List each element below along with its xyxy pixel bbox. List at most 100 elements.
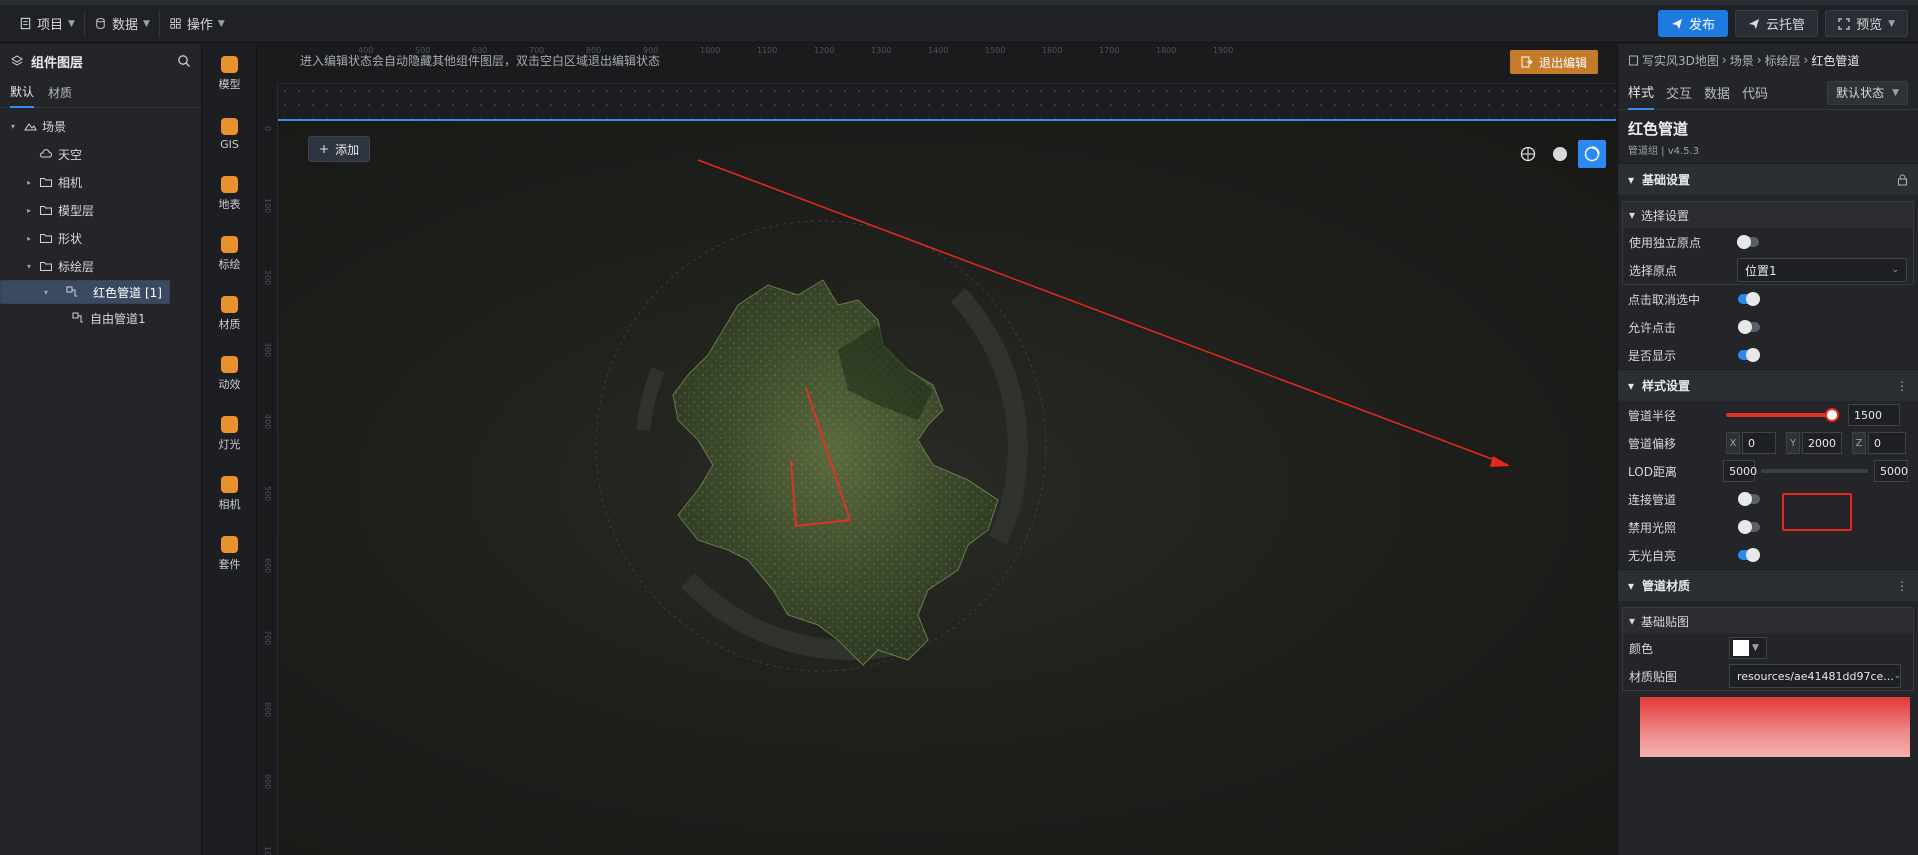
component-item[interactable]: 相机 xyxy=(203,464,256,524)
layer-tree-item[interactable]: 天空 xyxy=(0,140,201,168)
radius-slider[interactable] xyxy=(1726,408,1840,422)
ruler-tick-label: 1000 xyxy=(263,846,272,855)
globe-view-button[interactable] xyxy=(1514,140,1542,168)
section-pipe-material[interactable]: ▾ 管道材质 ⋮ xyxy=(1618,569,1918,601)
expand-toggle-icon[interactable]: ▾ xyxy=(41,288,51,297)
row-click-cancel: 点击取消选中 xyxy=(1618,285,1918,313)
menu-project[interactable]: 项目 ▼ xyxy=(10,10,85,37)
offset-z-input[interactable]: 0 xyxy=(1868,432,1906,454)
lock-icon[interactable] xyxy=(1897,174,1908,186)
state-select[interactable]: 默认状态 ▼ xyxy=(1827,80,1908,105)
tab-style[interactable]: 样式 xyxy=(1628,76,1655,110)
ruler-tick-label: 1200 xyxy=(814,46,835,55)
subsection-header[interactable]: ▾ 基础贴图 xyxy=(1623,608,1913,634)
subsection-header[interactable]: ▾ 选择设置 xyxy=(1623,202,1913,228)
x-axis-label: X xyxy=(1726,432,1740,454)
inspector-tabs: 样式 交互 数据 代码 默认状态 ▼ xyxy=(1618,76,1918,110)
more-icon[interactable]: ⋮ xyxy=(1896,379,1908,393)
component-label: 动效 xyxy=(218,378,241,391)
orbit-view-button[interactable] xyxy=(1578,140,1606,168)
layer-tree-item[interactable]: ▾ 红色管道 [1] xyxy=(0,280,170,304)
allow-click-toggle[interactable] xyxy=(1738,320,1760,334)
add-button[interactable]: + 添加 xyxy=(308,136,371,162)
component-item[interactable]: 动效 xyxy=(203,344,256,404)
expand-toggle-icon[interactable]: ▾ xyxy=(24,262,34,271)
layer-tree-item[interactable]: ▸ 相机 xyxy=(0,168,201,196)
origin-select[interactable]: 位置1 ⌄ xyxy=(1737,258,1907,282)
menu-data[interactable]: 数据 ▼ xyxy=(85,10,160,37)
breadcrumb-item[interactable]: 写实风3D地图 xyxy=(1642,52,1719,69)
color-picker[interactable]: ▼ xyxy=(1729,637,1767,659)
main-menu: 项目 ▼ 数据 ▼ 操作 ▼ xyxy=(0,5,234,42)
row-pipe-offset: 管道偏移 X 0 Y 2000 Z 0 xyxy=(1618,429,1918,457)
lod-range-slider[interactable] xyxy=(1761,469,1868,473)
selection-edge xyxy=(278,119,1616,121)
lod-max-input[interactable]: 5000 xyxy=(1874,460,1908,482)
layer-tree-item[interactable]: ▾ 场景 xyxy=(0,112,201,140)
row-pipe-radius: 管道半径 1500 xyxy=(1618,401,1918,429)
offset-y-input[interactable]: 2000 xyxy=(1802,432,1842,454)
texture-select[interactable]: resources/ae41481dd97ce... ⌄ xyxy=(1729,664,1901,688)
section-style-settings[interactable]: ▾ 样式设置 ⋮ xyxy=(1618,369,1918,401)
layer-tree-item[interactable]: ▸ 模型层 xyxy=(0,196,201,224)
chevron-down-icon: ⌄ xyxy=(1891,265,1899,275)
disable-light-toggle[interactable] xyxy=(1738,520,1760,534)
lod-min-input[interactable]: 5000 xyxy=(1723,460,1757,482)
ruler-tick-label: 900 xyxy=(643,46,659,55)
expand-toggle-icon[interactable]: ▸ xyxy=(24,178,34,187)
layer-tree-item[interactable]: ▾ 标绘层 xyxy=(0,252,201,280)
component-item[interactable]: 地表 xyxy=(203,164,256,224)
layer-tree-item[interactable]: ▸ 形状 xyxy=(0,224,201,252)
menu-operation[interactable]: 操作 ▼ xyxy=(160,11,234,37)
component-item[interactable]: 套件 xyxy=(203,524,256,584)
click-cancel-toggle[interactable] xyxy=(1738,292,1760,306)
cloud-host-button[interactable]: 云托管 xyxy=(1735,10,1819,37)
send-icon xyxy=(1672,18,1683,29)
tab-interaction[interactable]: 交互 xyxy=(1666,76,1692,110)
breadcrumb-item[interactable]: 场景 xyxy=(1730,52,1754,69)
sphere-view-button[interactable] xyxy=(1546,140,1574,168)
tab-data[interactable]: 数据 xyxy=(1704,76,1730,110)
component-item[interactable]: 标绘 xyxy=(203,224,256,284)
visible-toggle[interactable] xyxy=(1738,348,1760,362)
expand-toggle-icon[interactable]: ▸ xyxy=(24,206,34,215)
radius-slider-handle[interactable] xyxy=(1825,408,1840,422)
unlit-toggle[interactable] xyxy=(1738,548,1760,562)
chevron-down-icon: ▼ xyxy=(1892,87,1899,98)
expand-toggle-icon[interactable]: ▸ xyxy=(24,234,34,243)
tab-default[interactable]: 默认 xyxy=(10,78,35,108)
connect-pipe-toggle[interactable] xyxy=(1738,492,1760,506)
section-basic-settings[interactable]: ▾ 基础设置 xyxy=(1618,163,1918,195)
use-origin-toggle[interactable] xyxy=(1737,235,1759,249)
ruler-tick-label: 1300 xyxy=(871,46,892,55)
more-icon[interactable]: ⋮ xyxy=(1896,579,1908,593)
exit-edit-button[interactable]: 退出编辑 xyxy=(1509,50,1598,74)
preview-button[interactable]: 预览 ▼ xyxy=(1825,10,1908,37)
collapse-icon: ▾ xyxy=(1628,378,1635,393)
radius-input[interactable]: 1500 xyxy=(1848,404,1900,426)
ruler-tick-label: 600 xyxy=(263,558,272,574)
component-item[interactable]: GIS xyxy=(203,104,256,164)
layer-tree: ▾ 场景 天空 ▸ 相机 ▸ 模型层 ▸ 形状 ▾ 标绘层 ▾ 红色管道 [1] 自由管道1 xyxy=(0,108,201,332)
layer-label: 自由管道1 xyxy=(90,311,146,326)
map-render xyxy=(595,159,1510,672)
component-label: GIS xyxy=(220,137,239,151)
scene-canvas[interactable]: 进入编辑状态会自动隐藏其他组件图层，双击空白区域退出编辑状态 400 500 600… xyxy=(258,44,1616,855)
offset-x-input[interactable]: 0 xyxy=(1742,432,1776,454)
ruler-tick-label: 900 xyxy=(263,774,272,790)
layer-tree-item[interactable]: 自由管道1 xyxy=(0,304,201,332)
tab-code[interactable]: 代码 xyxy=(1742,76,1768,110)
ruler-tick-label: 1400 xyxy=(928,46,949,55)
component-item[interactable]: 灯光 xyxy=(203,404,256,464)
row-label: 是否显示 xyxy=(1628,348,1677,363)
map-viewport[interactable] xyxy=(278,120,1616,855)
breadcrumb-item[interactable]: 标绘层 xyxy=(1765,52,1801,69)
search-icon[interactable] xyxy=(177,54,191,68)
component-version: 管道组 | v4.5.3 xyxy=(1628,146,1700,157)
expand-toggle-icon[interactable]: ▾ xyxy=(8,122,18,131)
component-item[interactable]: 材质 xyxy=(203,284,256,344)
component-item[interactable]: 模型 xyxy=(203,44,256,104)
publish-button[interactable]: 发布 xyxy=(1658,10,1729,37)
row-label: 选择原点 xyxy=(1629,263,1678,278)
tab-material[interactable]: 材质 xyxy=(48,78,72,108)
